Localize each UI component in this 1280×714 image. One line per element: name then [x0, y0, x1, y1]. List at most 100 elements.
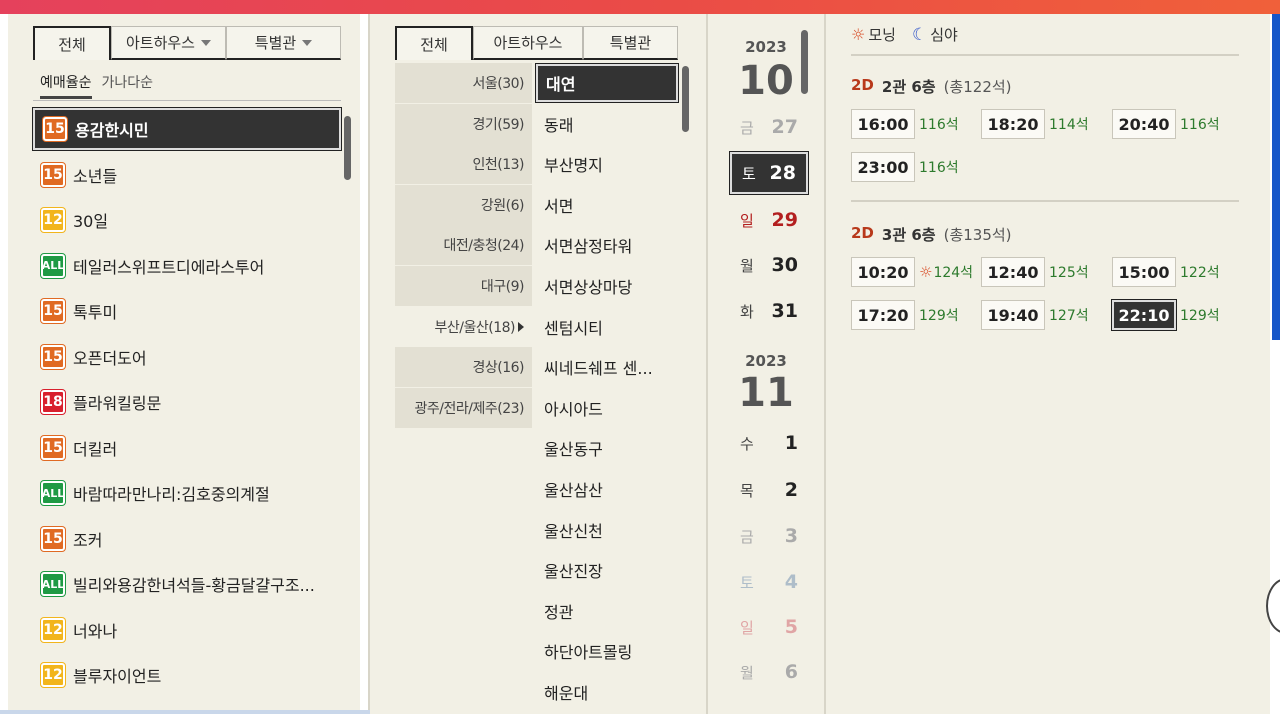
movie-item[interactable]: 18 플라워킬링문: [33, 381, 341, 423]
rating-badge: 18: [41, 390, 65, 414]
date-item[interactable]: 월 30: [730, 244, 808, 286]
theater-item[interactable]: 부산명지: [536, 145, 678, 183]
showtime-button[interactable]: 18:20: [981, 109, 1045, 139]
movie-item[interactable]: 12 너와나: [33, 609, 341, 651]
showtime-button[interactable]: 17:20: [851, 300, 915, 330]
movie-item[interactable]: 12 블루자이언트: [33, 654, 341, 696]
date-item[interactable]: 토4: [730, 561, 808, 603]
region-label: 광주/전라/제주(23): [414, 400, 525, 417]
movie-tab-special[interactable]: 특별관: [226, 26, 341, 60]
theater-tab-arthouse[interactable]: 아트하우스: [473, 26, 583, 60]
movie-item[interactable]: 15 톡투미: [33, 290, 341, 332]
showtime-button[interactable]: 15:00: [1112, 257, 1176, 287]
theater-tabs: 전체 아트하우스 특별관: [395, 26, 678, 60]
theater-item[interactable]: 울산삼산: [536, 470, 678, 508]
theater-item[interactable]: 센텀시티: [536, 308, 678, 346]
movie-item[interactable]: 15 오픈더도어: [33, 336, 341, 378]
region-item[interactable]: 대전/충청(24): [395, 225, 532, 266]
showtime-button[interactable]: 19:40: [981, 300, 1045, 330]
movie-tab-all[interactable]: 전체: [33, 26, 111, 60]
showtime-button[interactable]: 23:00: [851, 152, 915, 182]
showtime-slot[interactable]: 19:40 127석: [981, 299, 1089, 331]
theater-tab-all[interactable]: 전체: [395, 26, 473, 60]
theater-item[interactable]: 아시아드: [536, 389, 678, 427]
theater-item[interactable]: 울산동구: [536, 429, 678, 467]
region-item[interactable]: 대구(9): [395, 266, 532, 306]
date-list-scrollbar[interactable]: [801, 30, 808, 94]
showtime-slot[interactable]: 16:00 116석: [851, 108, 959, 140]
showtime-slot[interactable]: 12:40 125석: [981, 256, 1089, 288]
theater-tab-special[interactable]: 특별관: [583, 26, 678, 60]
hall-capacity: (총122석): [943, 78, 1012, 96]
sort-by-booking-rate[interactable]: 예매율순: [40, 72, 92, 99]
day-number: 2: [784, 479, 798, 501]
date-item[interactable]: 수1: [730, 422, 808, 464]
horizontal-scrollbar[interactable]: [0, 710, 370, 714]
region-item[interactable]: 부산/울산(18): [395, 307, 532, 347]
movie-item[interactable]: ALL 바람따라만나리:김호중의계절: [33, 472, 341, 514]
seats-count: 129석: [919, 308, 959, 324]
region-item[interactable]: 강원(6): [395, 184, 532, 225]
theater-item[interactable]: 해운대: [536, 673, 678, 711]
theater-item[interactable]: 울산신천: [536, 511, 678, 549]
theater-item[interactable]: 대연: [535, 63, 679, 103]
date-item[interactable]: 월6: [730, 651, 808, 693]
theater-item[interactable]: 정관: [536, 592, 678, 630]
region-label: 부산/울산(18): [434, 319, 516, 336]
showtime-button[interactable]: 12:40: [981, 257, 1045, 287]
rating-badge: 15: [41, 435, 65, 460]
theater-item[interactable]: 울산진장: [536, 551, 678, 589]
theater-list-scrollbar[interactable]: [682, 66, 689, 132]
showtime-slot[interactable]: 23:00 116석: [851, 151, 959, 183]
weekday-label: 토: [742, 164, 756, 183]
sort-by-name[interactable]: 가나다순: [102, 72, 154, 99]
region-item[interactable]: 경기(59): [395, 103, 532, 144]
showtime-button[interactable]: 10:20: [851, 257, 915, 287]
date-item[interactable]: 화 31: [730, 290, 808, 332]
time-legend: ☼ 모닝 ☾ 심야: [851, 24, 958, 45]
date-item[interactable]: 목2: [730, 469, 808, 511]
date-item[interactable]: 일 29: [730, 199, 808, 241]
weekday-label: 월: [740, 256, 754, 275]
theater-item[interactable]: 동래: [536, 105, 678, 143]
movie-item[interactable]: ALL 빌리와용감한녀석들-황금달걀구조...: [33, 563, 341, 605]
region-item[interactable]: 광주/전라/제주(23): [395, 387, 532, 428]
date-item[interactable]: 금3: [730, 515, 808, 557]
theater-item[interactable]: 서면삼정타워: [536, 226, 678, 264]
showtime-slot[interactable]: 20:40 116석: [1112, 108, 1220, 140]
rating-badge: 15: [41, 162, 65, 187]
showtime-slot[interactable]: 15:00 122석: [1112, 256, 1220, 288]
theater-item[interactable]: 하단아트몰링: [536, 632, 678, 670]
movie-title: 용감한시민: [75, 121, 149, 140]
region-item[interactable]: 서울(30): [395, 63, 532, 103]
movie-tab-arthouse[interactable]: 아트하우스: [111, 26, 226, 60]
date-item[interactable]: 토 28: [729, 151, 809, 195]
seats-count: 127석: [1049, 308, 1089, 324]
theater-item[interactable]: 서면: [536, 186, 678, 224]
weekday-label: 목: [740, 481, 754, 500]
showtime-slot[interactable]: 10:20 ☼ 124석: [851, 256, 973, 288]
movie-sort: 예매율순 가나다순: [40, 72, 153, 99]
showtime-button[interactable]: 20:40: [1112, 109, 1176, 139]
hall-header: 2D 3관 6층 (총135석): [851, 224, 1012, 245]
theater-item[interactable]: 씨네드쉐프 센...: [536, 348, 678, 386]
region-item[interactable]: 경상(16): [395, 347, 532, 388]
showtime-slot[interactable]: 18:20 114석: [981, 108, 1089, 140]
movie-item[interactable]: 15 조커: [33, 518, 341, 560]
movie-list-scrollbar[interactable]: [344, 116, 351, 180]
movie-item[interactable]: ALL 테일러스위프트디에라스투어: [33, 245, 341, 287]
movie-item[interactable]: 15 용감한시민: [32, 107, 342, 151]
region-item[interactable]: 인천(13): [395, 144, 532, 185]
date-item[interactable]: 일5: [730, 606, 808, 648]
showtime-slot[interactable]: 17:20 129석: [851, 299, 959, 331]
movie-item[interactable]: 15 소년들: [33, 154, 341, 196]
movie-item[interactable]: 15 더킬러: [33, 427, 341, 469]
date-item[interactable]: 금 27: [730, 106, 808, 148]
theater-item[interactable]: 서면상상마당: [536, 267, 678, 305]
movie-item[interactable]: 12 30일: [33, 199, 341, 241]
movie-title: 더킬러: [73, 439, 118, 459]
day-number: 28: [769, 162, 796, 184]
showtime-slot[interactable]: 22:10 129석: [1111, 299, 1220, 331]
showtime-button[interactable]: 16:00: [851, 109, 915, 139]
showtime-button[interactable]: 22:10: [1111, 299, 1177, 331]
